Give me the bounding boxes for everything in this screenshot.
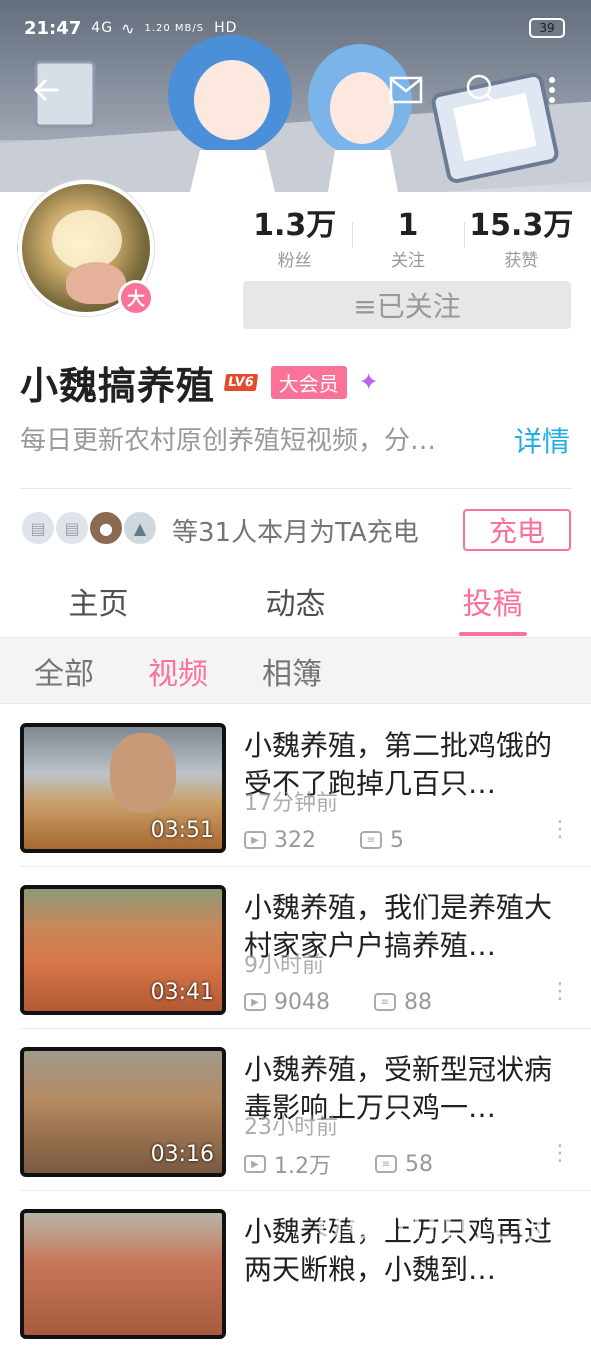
stat-fans-value: 1.3万 (253, 208, 337, 243)
vip-badge[interactable]: 大会员 (270, 365, 347, 399)
signal-indicator: 4G (91, 20, 114, 36)
wifi-icon: ∿ (121, 18, 135, 38)
stat-likes-label: 获赞 (504, 251, 539, 271)
hd-indicator: HD (214, 20, 238, 36)
supporter-avatar-tv-icon: ▤ (54, 510, 90, 546)
level-badge: LV6 (223, 373, 258, 391)
video-thumbnail[interactable]: 03:16 (20, 1047, 226, 1177)
supporter-avatars[interactable]: ▤ ▤ ● ▲ (20, 510, 158, 550)
comment-count: 5 (390, 827, 404, 853)
supporter-avatar-photo: ● (88, 510, 124, 546)
stat-following[interactable]: 1 关注 (351, 208, 464, 271)
video-time: 23小时前 (244, 1115, 338, 1140)
stat-fans-label: 粉丝 (277, 251, 312, 271)
more-vertical-icon[interactable]: ⋮ (549, 1143, 571, 1179)
comment-count-icon: ≡ (374, 993, 396, 1011)
vip-medal-icon[interactable]: ✦ (359, 368, 379, 396)
video-duration: 03:16 (150, 1142, 214, 1167)
upload-subtabs: 全部 视频 相簿 (0, 637, 591, 704)
user-intro[interactable]: 每日更新农村原创养殖短视频，分… (20, 420, 500, 457)
user-name: 小魏搞养殖 (20, 363, 216, 408)
comment-count: 88 (404, 989, 432, 1015)
mail-icon (389, 76, 423, 104)
back-arrow-icon (34, 79, 59, 101)
charge-text[interactable]: 等31人本月为TA充电 (172, 512, 419, 549)
avatar-chick (52, 210, 122, 270)
supporter-avatar-tv-icon: ▤ (20, 510, 56, 546)
stats-row: 1.3万 粉丝 1 关注 15.3万 获赞 (238, 208, 578, 271)
name-row: 小魏搞养殖 LV6 大会员 ✦ (20, 358, 379, 408)
following-button[interactable]: ≡已关注 (243, 281, 571, 329)
video-thumbnail[interactable]: 03:51 (20, 723, 226, 853)
stat-divider (464, 222, 465, 248)
stat-fans[interactable]: 1.3万 粉丝 (238, 208, 351, 271)
video-time: 17分钟前 (244, 791, 338, 816)
video-duration: 03:41 (150, 980, 214, 1005)
comment-count-icon: ≡ (375, 1155, 397, 1173)
more-button[interactable] (534, 68, 570, 112)
video-time: 9小时前 (244, 953, 324, 978)
subtab-all[interactable]: 全部 (34, 649, 94, 693)
status-bar: 21:47 4G ∿ 1.20 MB/S HD (0, 0, 591, 56)
profile-banner: 21:47 4G ∿ 1.20 MB/S HD 39 (0, 0, 591, 192)
battery-icon: 39 (529, 18, 565, 38)
play-count-icon: ▶ (244, 831, 266, 849)
stat-divider (352, 222, 353, 248)
more-vertical-icon (549, 77, 555, 103)
video-meta: ▶ 9048 ≡ 88 (244, 987, 432, 1017)
video-item[interactable]: 03:41 小魏养殖，我们是养殖大村家家户户搞养殖… 9小时前 ▶ 9048 ≡… (0, 867, 591, 1029)
video-duration: 03:51 (150, 818, 214, 843)
video-item[interactable]: 03:16 小魏养殖，受新型冠状病毒影响上万只鸡一… 23小时前 ▶ 1.2万 … (0, 1029, 591, 1191)
charge-button[interactable]: 充电 (463, 509, 571, 551)
video-thumbnail[interactable]: 03:41 (20, 885, 226, 1015)
tab-home[interactable]: 主页 (0, 576, 197, 636)
subtab-video[interactable]: 视频 (148, 649, 208, 693)
battery-level: 39 (539, 21, 555, 35)
play-count: 322 (274, 827, 316, 853)
search-button[interactable] (460, 68, 504, 112)
play-count: 1.2万 (274, 1154, 331, 1179)
avatar-hand (66, 262, 126, 304)
supporter-avatar-robot-icon: ▲ (122, 510, 158, 546)
status-time: 21:47 (24, 17, 82, 39)
stat-likes-value: 15.3万 (469, 208, 574, 243)
back-button[interactable] (24, 68, 68, 112)
thumbnail-face (110, 733, 176, 813)
play-count-icon: ▶ (244, 993, 266, 1011)
tab-uploads[interactable]: 投稿 (394, 576, 591, 636)
net-speed: 1.20 MB/S (144, 22, 205, 34)
more-vertical-icon[interactable]: ⋮ (549, 981, 571, 1017)
video-meta: ▶ 322 ≡ 5 (244, 825, 404, 855)
more-vertical-icon[interactable]: ⋮ (549, 819, 571, 855)
divider (20, 488, 571, 489)
avatar-badge: 大 (118, 280, 154, 316)
message-button[interactable] (384, 68, 428, 112)
video-thumbnail[interactable] (20, 1209, 226, 1339)
comment-count-icon: ≡ (360, 831, 382, 849)
profile-tabs: 主页 动态 投稿 (0, 576, 591, 636)
stat-following-label: 关注 (390, 251, 425, 271)
watermark: gdmm.com (316, 1196, 591, 1250)
details-link[interactable]: 详情 (514, 420, 570, 460)
stat-likes[interactable]: 15.3万 获赞 (465, 208, 578, 271)
play-count-icon: ▶ (244, 1155, 266, 1173)
subtab-album[interactable]: 相簿 (262, 649, 322, 693)
tab-dynamic[interactable]: 动态 (197, 576, 394, 636)
search-icon (466, 74, 498, 106)
play-count: 9048 (274, 989, 330, 1015)
video-item[interactable]: 03:51 小魏养殖，第二批鸡饿的受不了跑掉几百只… 17分钟前 ▶ 322 ≡… (0, 705, 591, 867)
stat-following-value: 1 (397, 208, 419, 243)
video-meta: ▶ 1.2万 ≡ 58 (244, 1149, 433, 1179)
comment-count: 58 (405, 1151, 433, 1177)
